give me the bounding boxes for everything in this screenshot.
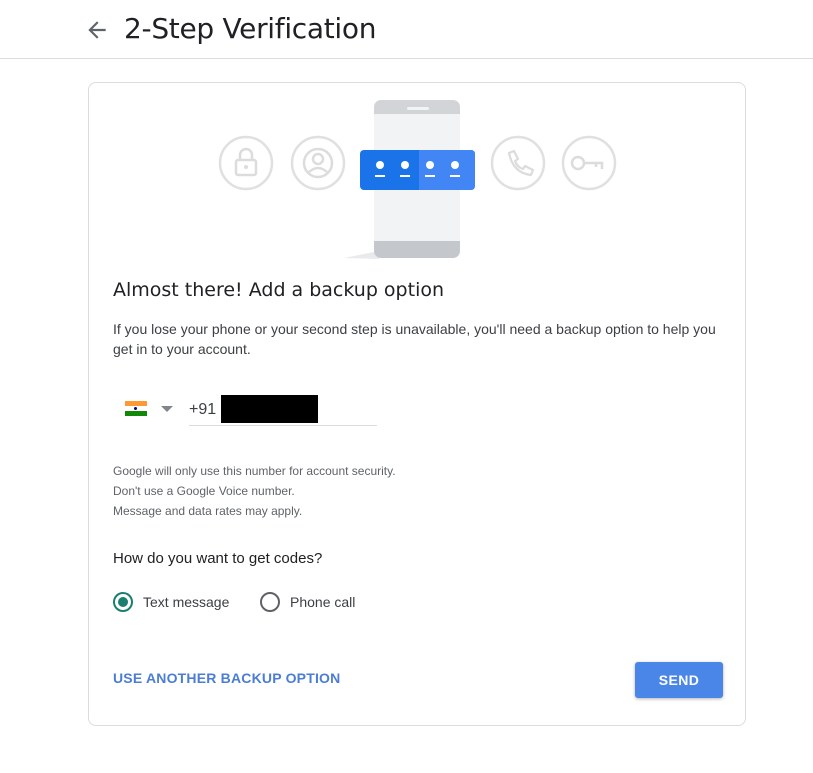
key-icon (561, 135, 617, 191)
card-description: If you lose your phone or your second st… (113, 321, 716, 357)
lock-icon (218, 135, 274, 191)
back-arrow-icon[interactable] (84, 17, 110, 43)
use-another-backup-option-link[interactable]: USE ANOTHER BACKUP OPTION (113, 670, 340, 686)
page-title: 2-Step Verification (124, 12, 377, 45)
note-line: Don't use a Google Voice number. (113, 484, 295, 498)
note-line: Message and data rates may apply. (113, 504, 303, 518)
codes-question: How do you want to get codes? (113, 550, 323, 567)
radio-text-message[interactable]: Text message (113, 590, 229, 614)
radio-phone-call[interactable]: Phone call (260, 590, 355, 614)
radio-label: Text message (143, 594, 230, 610)
radio-label: Phone call (290, 594, 356, 610)
password-dots-icon (360, 150, 475, 190)
backup-option-card: Almost there! Add a backup option If you… (88, 82, 746, 726)
phone-notes: Google will only use this number for acc… (113, 461, 396, 521)
radio-button-checked[interactable] (113, 592, 133, 612)
country-selector[interactable] (113, 391, 183, 427)
top-bar: 2-Step Verification (0, 0, 813, 59)
backup-illustration (89, 83, 745, 268)
send-button[interactable]: SEND (635, 662, 723, 698)
india-flag-icon (125, 401, 147, 416)
country-code: +91 (189, 401, 217, 418)
dropdown-caret-icon (161, 406, 173, 412)
note-line: Google will only use this number for acc… (113, 464, 396, 478)
phone-number-input[interactable]: +91 (189, 393, 377, 426)
phone-call-icon (490, 135, 546, 191)
account-circle-icon (290, 135, 346, 191)
redacted-phone-number (221, 395, 318, 423)
radio-button-unchecked[interactable] (260, 592, 280, 612)
card-heading: Almost there! Add a backup option (113, 279, 445, 301)
